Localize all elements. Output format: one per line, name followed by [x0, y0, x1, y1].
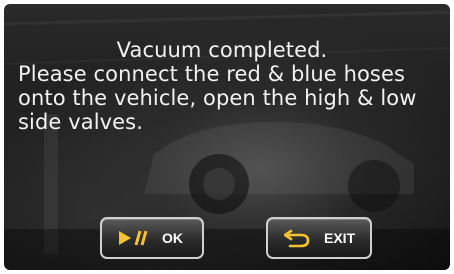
- vacuum-complete-screen: Vacuum completed. Please connect the red…: [4, 4, 450, 270]
- exit-button[interactable]: EXIT: [266, 217, 372, 259]
- message-line-4: side valves.: [18, 110, 143, 134]
- play-pause-icon: [118, 229, 148, 247]
- exit-button-label: EXIT: [324, 230, 356, 246]
- message-line-3: onto the vehicle, open the high & low: [18, 86, 417, 110]
- ok-button-label: OK: [162, 230, 183, 246]
- ok-button[interactable]: OK: [100, 217, 204, 259]
- return-arrow-icon: [284, 228, 310, 248]
- message-line-2: Please connect the red & blue hoses: [18, 62, 406, 86]
- message-line-1: Vacuum completed.: [116, 38, 328, 62]
- status-message: Vacuum completed. Please connect the red…: [18, 38, 446, 134]
